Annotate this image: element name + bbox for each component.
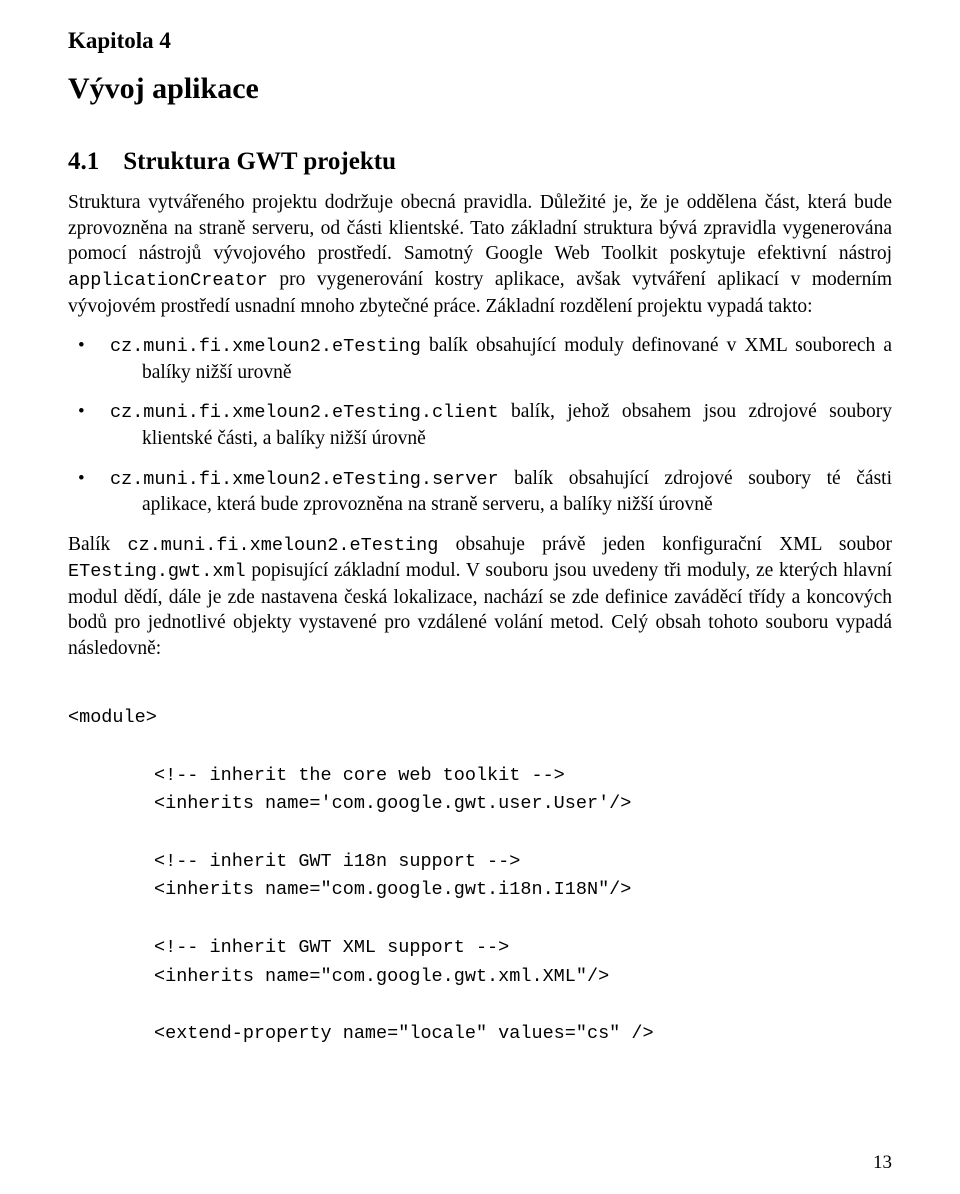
para2-text1: Balík xyxy=(68,534,128,555)
para2-text2: obsahuje právě jeden konfigurační XML so… xyxy=(438,534,892,555)
list-item: cz.muni.fi.xmeloun2.eTesting.client balí… xyxy=(68,399,892,451)
list-item: cz.muni.fi.xmeloun2.eTesting.server balí… xyxy=(68,466,892,518)
code-line: <!-- inherit the core web toolkit --> xyxy=(68,765,565,786)
para2-code2: ETesting.gwt.xml xyxy=(68,561,246,582)
section-number: 4.1 xyxy=(68,148,99,176)
paragraph-1: Struktura vytvářeného projektu dodržuje … xyxy=(68,190,892,319)
page: Kapitola 4 Vývoj aplikace 4.1 Struktura G… xyxy=(0,0,960,1194)
code-line: <module> xyxy=(68,707,157,728)
code-line: <inherits name='com.google.gwt.user.User… xyxy=(68,793,631,814)
paragraph-2: Balík cz.muni.fi.xmeloun2.eTesting obsah… xyxy=(68,532,892,662)
chapter-label: Kapitola 4 xyxy=(68,28,892,54)
para1-code1: applicationCreator xyxy=(68,270,268,291)
code-line: <extend-property name="locale" values="c… xyxy=(68,1023,654,1044)
bullet1-code: cz.muni.fi.xmeloun2.eTesting xyxy=(110,336,421,357)
code-line: <!-- inherit GWT i18n support --> xyxy=(68,851,520,872)
section-heading: 4.1 Struktura GWT projektu xyxy=(68,148,892,176)
code-line: <inherits name="com.google.gwt.xml.XML"/… xyxy=(68,966,609,987)
code-line: <inherits name="com.google.gwt.i18n.I18N… xyxy=(68,879,631,900)
bullet3-code: cz.muni.fi.xmeloun2.eTesting.server xyxy=(110,469,499,490)
page-number: 13 xyxy=(873,1152,892,1174)
section-title: Struktura GWT projektu xyxy=(123,148,396,175)
code-line: <!-- inherit GWT XML support --> xyxy=(68,937,509,958)
para1-text1: Struktura vytvářeného projektu dodržuje … xyxy=(68,192,892,264)
para2-code1: cz.muni.fi.xmeloun2.eTesting xyxy=(128,535,439,556)
code-block: <module> <!-- inherit the core web toolk… xyxy=(68,676,892,1049)
list-item: cz.muni.fi.xmeloun2.eTesting balík obsah… xyxy=(68,333,892,385)
chapter-title: Vývoj aplikace xyxy=(68,72,892,106)
bullet2-code: cz.muni.fi.xmeloun2.eTesting.client xyxy=(110,402,499,423)
bullet-list: cz.muni.fi.xmeloun2.eTesting balík obsah… xyxy=(68,333,892,517)
